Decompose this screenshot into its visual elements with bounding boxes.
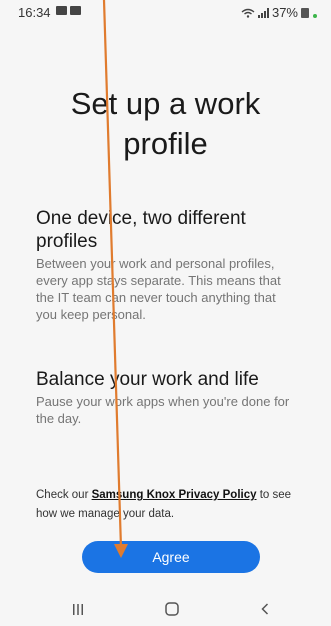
notification-icons: [56, 6, 81, 15]
section-body: Between your work and personal profiles,…: [36, 256, 281, 322]
signal-icon: [257, 7, 269, 18]
agree-button[interactable]: Agree: [82, 541, 260, 573]
section-heading: Balance your work and life: [36, 369, 259, 390]
privacy-prefix: Check our: [36, 489, 92, 501]
message-notification-icon: [56, 6, 67, 15]
recents-button[interactable]: [66, 600, 90, 618]
status-bar: 16:34 37%: [0, 0, 331, 24]
section-two-profiles: One device, two different profiles Betwe…: [36, 207, 298, 323]
privacy-policy-link[interactable]: Samsung Knox Privacy Policy: [92, 489, 257, 501]
section-body: Pause your work apps when you're done fo…: [36, 394, 290, 426]
privacy-indicator-icon: [313, 13, 317, 18]
wifi-icon: [241, 8, 255, 18]
battery-percent: 37%: [271, 5, 298, 20]
back-icon: [261, 603, 269, 615]
video-notification-icon: [70, 6, 81, 15]
section-heading: One device, two different profiles: [36, 208, 246, 252]
privacy-notice: Check our Samsung Knox Privacy Policy to…: [36, 486, 298, 524]
status-right-group: 37%: [241, 5, 317, 20]
page-title: Set up a work profile: [70, 86, 261, 161]
back-button[interactable]: [253, 600, 277, 618]
recents-icon: [73, 604, 83, 615]
section-balance: Balance your work and life Pause your wo…: [36, 368, 298, 427]
work-profile-setup-screen: 16:34 37% Set up a work profile One devi…: [0, 0, 331, 626]
home-icon: [165, 602, 179, 616]
home-button[interactable]: [160, 600, 184, 618]
status-time: 16:34: [18, 5, 51, 20]
battery-icon: [301, 7, 309, 18]
navigation-bar: [0, 590, 331, 626]
